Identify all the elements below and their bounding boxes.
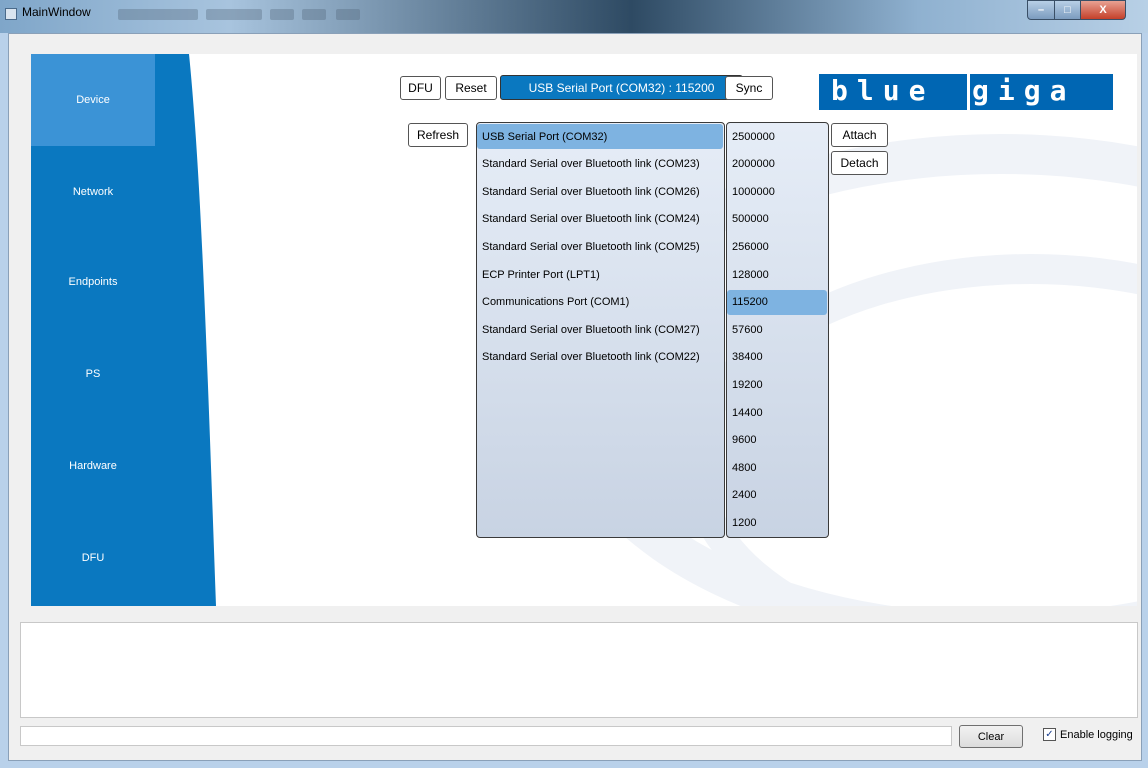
port-list-item[interactable]: Standard Serial over Bluetooth link (COM… <box>477 345 723 370</box>
baud-rate-item[interactable]: 115200 <box>727 289 827 315</box>
port-list-item[interactable]: Standard Serial over Bluetooth link (COM… <box>477 317 723 342</box>
baud-rate-item[interactable]: 2000000 <box>727 152 827 177</box>
baud-rate-item[interactable]: 14400 <box>727 400 827 425</box>
sidebar-item-ps[interactable]: PS <box>31 328 155 420</box>
command-input[interactable] <box>20 726 952 746</box>
title-bar[interactable]: MainWindow – □ X <box>0 0 1148 33</box>
window-title: MainWindow <box>22 5 91 19</box>
refresh-button[interactable]: Refresh <box>408 123 468 147</box>
sidebar-item-hardware[interactable]: Hardware <box>31 420 155 512</box>
enable-logging-label: Enable logging <box>1060 728 1133 741</box>
baud-rate-item[interactable]: 9600 <box>727 428 827 453</box>
sidebar-item-network[interactable]: Network <box>31 146 155 238</box>
baud-rate-item[interactable]: 256000 <box>727 234 827 259</box>
port-list-item[interactable]: Standard Serial over Bluetooth link (COM… <box>477 179 723 204</box>
port-list-item[interactable]: ECP Printer Port (LPT1) <box>477 262 723 287</box>
menu-ghost <box>270 9 294 20</box>
menu-ghost <box>336 9 360 20</box>
baud-rate-item[interactable]: 4800 <box>727 455 827 480</box>
client-area: Device Network Endpoints PS Hardware DFU… <box>8 33 1142 761</box>
logo-divider <box>967 74 970 110</box>
menu-ghost <box>206 9 262 20</box>
minimize-button[interactable]: – <box>1027 0 1055 20</box>
main-window: MainWindow – □ X Device Network Endpoint… <box>0 0 1148 768</box>
sidebar-item-label: Endpoints <box>68 276 118 288</box>
port-list-item[interactable]: Standard Serial over Bluetooth link (COM… <box>477 234 723 259</box>
log-output[interactable] <box>20 622 1138 718</box>
attach-button[interactable]: Attach <box>831 123 888 147</box>
clear-button[interactable]: Clear <box>959 725 1023 748</box>
sidebar-item-label: Hardware <box>69 460 117 472</box>
sidebar-item-label: Device <box>76 94 110 106</box>
sync-button[interactable]: Sync <box>725 76 773 100</box>
baud-rate-item[interactable]: 38400 <box>727 345 827 370</box>
sidebar-item-device[interactable]: Device <box>31 54 155 146</box>
sidebar-item-label: PS <box>85 368 101 380</box>
port-list[interactable]: USB Serial Port (COM32) Standard Serial o… <box>476 122 725 538</box>
sidebar: Device Network Endpoints PS Hardware DFU <box>31 54 231 606</box>
baud-rate-list[interactable]: 2500000 2000000 1000000 500000 256000 128000 1… <box>726 122 829 538</box>
sidebar-item-endpoints[interactable]: Endpoints <box>31 236 155 328</box>
reset-button[interactable]: Reset <box>445 76 497 100</box>
baud-rate-item[interactable]: 500000 <box>727 207 827 232</box>
baud-rate-item[interactable]: 19200 <box>727 372 827 397</box>
baud-rate-item[interactable]: 2500000 <box>727 124 827 149</box>
sidebar-item-label: Network <box>72 186 114 198</box>
enable-logging-checkbox[interactable]: ✓ Enable logging <box>1043 728 1133 741</box>
logo-text-blue: blue <box>831 74 935 107</box>
baud-rate-item[interactable]: 2400 <box>727 483 827 508</box>
menu-ghost <box>302 9 326 20</box>
port-list-item[interactable]: Communications Port (COM1) <box>477 290 723 315</box>
detach-button[interactable]: Detach <box>831 151 888 175</box>
baud-rate-item[interactable]: 57600 <box>727 317 827 342</box>
menu-ghost <box>118 9 198 20</box>
bluegiga-logo: blue giga <box>819 74 1113 110</box>
port-list-item[interactable]: Standard Serial over Bluetooth link (COM… <box>477 207 723 232</box>
baud-rate-item[interactable]: 1000000 <box>727 179 827 204</box>
sidebar-item-label: DFU <box>81 552 105 564</box>
baud-rate-item[interactable]: 1200 <box>727 510 827 535</box>
port-list-item[interactable]: Standard Serial over Bluetooth link (COM… <box>477 152 723 177</box>
baud-rate-item[interactable]: 128000 <box>727 262 827 287</box>
content-panel: Device Network Endpoints PS Hardware DFU… <box>31 54 1137 606</box>
logo-text-giga: giga <box>972 74 1076 107</box>
connection-status-display: USB Serial Port (COM32) : 115200 <box>500 75 743 100</box>
sidebar-item-dfu[interactable]: DFU <box>31 512 155 604</box>
close-button[interactable]: X <box>1080 0 1126 20</box>
app-icon <box>5 8 17 20</box>
port-list-item[interactable]: USB Serial Port (COM32) <box>477 124 723 149</box>
maximize-button[interactable]: □ <box>1054 0 1081 20</box>
dfu-button[interactable]: DFU <box>400 76 441 100</box>
checkbox-icon[interactable]: ✓ <box>1043 728 1056 741</box>
